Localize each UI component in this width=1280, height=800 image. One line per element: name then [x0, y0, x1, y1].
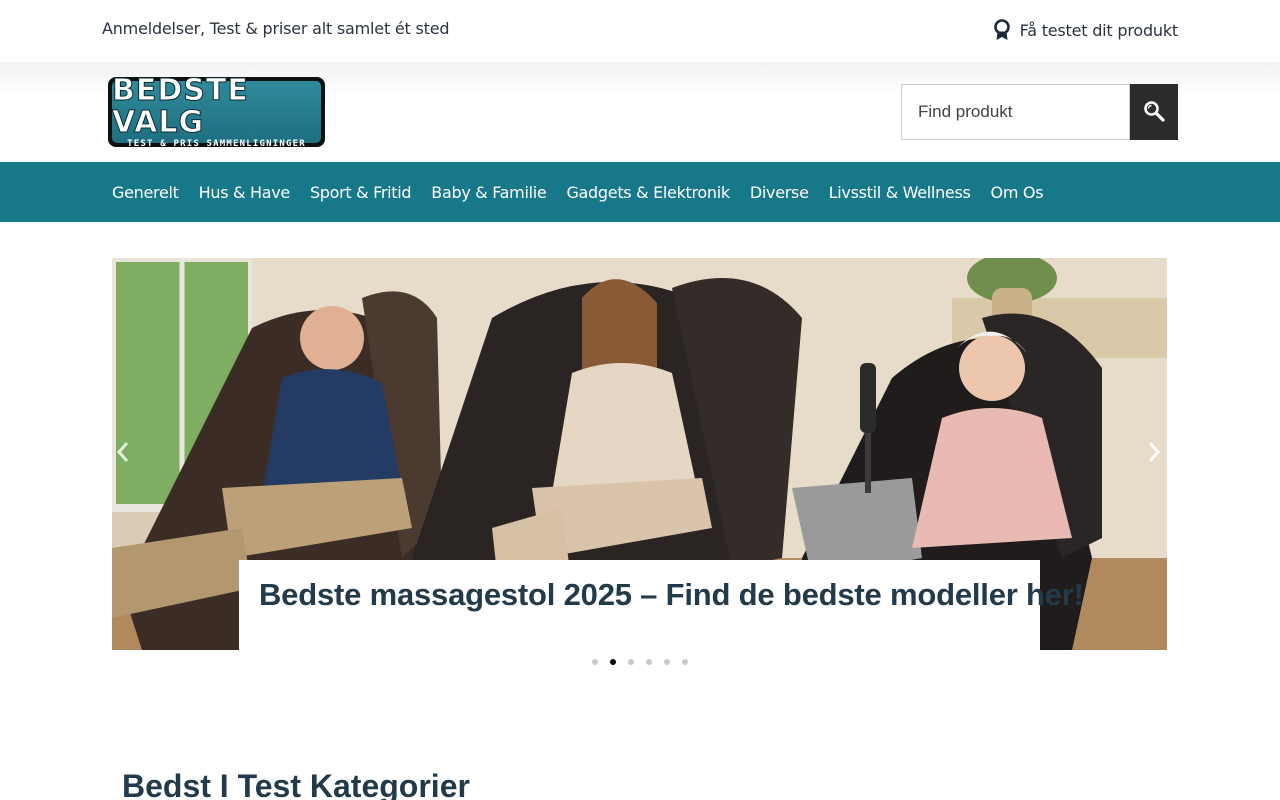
- top-bar: Anmeldelser, Test & priser alt samlet ét…: [0, 0, 1280, 62]
- site-tagline: Anmeldelser, Test & priser alt samlet ét…: [102, 19, 450, 38]
- search-input[interactable]: [901, 84, 1130, 140]
- nav-item-generelt[interactable]: Generelt: [112, 183, 179, 202]
- chevron-left-icon: [116, 441, 130, 468]
- site-header: BEDSTE VALG TEST & PRIS SAMMENLIGNINGER: [0, 62, 1280, 162]
- slider-next-button[interactable]: [1139, 436, 1167, 472]
- logo-badge: BEDSTE VALG TEST & PRIS SAMMENLIGNINGER: [112, 74, 321, 149]
- hero-slider[interactable]: Bedste massagestol 2025 – Find de bedste…: [112, 258, 1167, 650]
- slider-prev-button[interactable]: [112, 436, 138, 472]
- get-product-tested-label: Få testet dit produkt: [1019, 20, 1179, 40]
- search-button[interactable]: [1130, 84, 1178, 140]
- award-ribbon-icon: [993, 19, 1011, 41]
- chevron-right-icon: [1147, 441, 1161, 468]
- nav-item-diverse[interactable]: Diverse: [750, 183, 809, 202]
- slider-dot-5[interactable]: [664, 659, 670, 665]
- slider-pagination: [592, 659, 688, 665]
- slider-dot-4[interactable]: [646, 659, 652, 665]
- site-logo[interactable]: BEDSTE VALG TEST & PRIS SAMMENLIGNINGER: [108, 74, 325, 149]
- nav-item-sport-fritid[interactable]: Sport & Fritid: [310, 183, 412, 202]
- nav-item-hus-have[interactable]: Hus & Have: [199, 183, 291, 202]
- nav-item-gadgets-elektronik[interactable]: Gadgets & Elektronik: [566, 183, 730, 202]
- slider-dot-1[interactable]: [592, 659, 598, 665]
- slide-caption-title[interactable]: Bedste massagestol 2025 – Find de bedste…: [259, 577, 1084, 613]
- get-product-tested-link[interactable]: Få testet dit produkt: [993, 19, 1178, 41]
- nav-item-om-os[interactable]: Om Os: [991, 183, 1044, 202]
- slider-dot-6[interactable]: [682, 659, 688, 665]
- main-navigation: Generelt Hus & Have Sport & Fritid Baby …: [0, 162, 1280, 222]
- logo-subtitle: TEST & PRIS SAMMENLIGNINGER: [127, 139, 306, 149]
- nav-item-baby-familie[interactable]: Baby & Familie: [431, 183, 546, 202]
- search-icon: [1142, 99, 1166, 126]
- logo-title: BEDSTE VALG: [112, 73, 249, 140]
- nav-item-livsstil-wellness[interactable]: Livsstil & Wellness: [829, 183, 971, 202]
- slider-dot-3[interactable]: [628, 659, 634, 665]
- section-title: Bedst I Test Kategorier: [122, 768, 470, 800]
- slider-dot-2[interactable]: [610, 659, 616, 665]
- slide-caption-box[interactable]: Bedste massagestol 2025 – Find de bedste…: [239, 560, 1084, 650]
